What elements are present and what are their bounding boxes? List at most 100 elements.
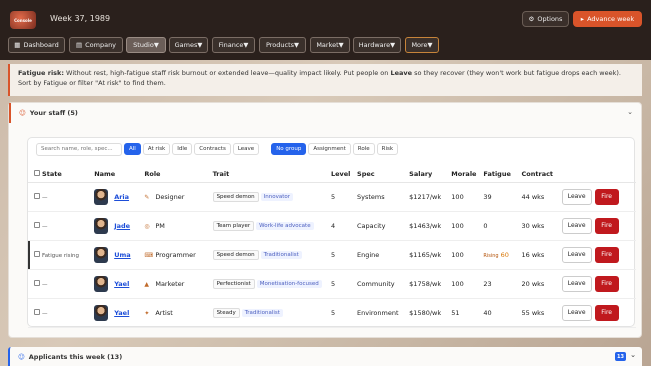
staff-name-link[interactable]: Yael — [114, 309, 129, 317]
filter-idle[interactable]: Idle — [172, 143, 193, 155]
trait-badge: Speed demon — [212, 191, 259, 202]
row-state: — — [42, 281, 48, 288]
row-role: Programmer — [155, 250, 196, 259]
nav-market[interactable]: Market▼ — [310, 37, 350, 53]
avatar — [94, 246, 109, 263]
trait-badge: Steady — [212, 307, 240, 318]
row-role: Designer — [155, 192, 185, 201]
nav-products[interactable]: Products▼ — [259, 37, 306, 53]
trait-badge: Speed demon — [212, 249, 259, 260]
current-week: Week 37, 1989 — [50, 14, 111, 23]
nav-studio[interactable]: Studio▼ — [126, 37, 166, 53]
row-checkbox[interactable] — [34, 192, 40, 199]
building-icon: ▤ — [75, 41, 83, 49]
select-all-checkbox[interactable] — [34, 169, 40, 176]
avatar — [94, 304, 109, 321]
fire-button[interactable]: Fire — [594, 217, 619, 234]
row-contract: 20 wks — [521, 269, 562, 299]
group-risk[interactable]: Risk — [376, 143, 399, 155]
col-level[interactable]: Level — [330, 166, 358, 183]
row-contract: 16 wks — [521, 240, 562, 270]
row-salary: $1463/wk — [409, 211, 452, 241]
leave-button[interactable]: Leave — [561, 304, 592, 321]
row-fatigue: 60 — [500, 250, 509, 259]
row-level: 5 — [330, 240, 358, 270]
nav-company[interactable]: ▤ Company — [69, 37, 123, 53]
col-morale[interactable]: Morale — [451, 166, 484, 183]
row-salary: $1217/wk — [409, 182, 452, 212]
row-checkbox[interactable] — [34, 279, 40, 286]
col-state[interactable]: State — [42, 166, 95, 183]
col-fatigue[interactable]: Fatigue — [483, 166, 522, 183]
col-spec[interactable]: Spec — [357, 166, 410, 183]
row-fatigue: 39 — [483, 192, 492, 201]
trait-badge-secondary: Innovator — [260, 192, 294, 201]
applicants-panel-header[interactable]: ☺ Applicants this week (13) 13 ⌄ — [8, 347, 642, 366]
row-contract: 44 wks — [521, 182, 562, 212]
options-button[interactable]: ⚙ Options — [522, 11, 569, 27]
row-morale: 100 — [451, 269, 484, 299]
staff-panel-header[interactable]: ☺ Your staff (5) — [9, 103, 641, 123]
row-level: 4 — [330, 211, 358, 241]
group-assignment[interactable]: Assignment — [308, 143, 351, 155]
fire-button[interactable]: Fire — [594, 188, 619, 205]
row-fatigue: 40 — [483, 308, 492, 317]
staff-table: State Name Role Trait Level Spec Salary … — [28, 166, 636, 328]
filter-leave[interactable]: Leave — [232, 143, 260, 155]
group-role[interactable]: Role — [352, 143, 375, 155]
staff-search-input[interactable] — [36, 142, 122, 156]
staff-name-link[interactable]: Aria — [114, 193, 129, 201]
nav-hardware[interactable]: Hardware▼ — [353, 37, 401, 53]
trait-badge-secondary: Monetisation-focused — [256, 279, 322, 288]
app-logo: Console — [10, 11, 36, 29]
leave-button[interactable]: Leave — [561, 188, 592, 205]
leave-button[interactable]: Leave — [561, 217, 592, 234]
row-fatigue: 0 — [483, 221, 488, 230]
row-checkbox[interactable] — [34, 250, 40, 257]
row-role: Artist — [155, 308, 173, 317]
row-morale: 100 — [451, 182, 484, 212]
nav-dashboard[interactable]: ▦ Dashboard — [8, 37, 65, 53]
row-spec: Systems — [357, 182, 410, 212]
row-level: 5 — [330, 182, 358, 212]
row-spec: Environment — [357, 298, 410, 328]
avatar — [94, 217, 109, 234]
chevron-down-icon[interactable]: ⌄ — [627, 108, 633, 116]
row-checkbox[interactable] — [34, 221, 40, 228]
nav-more[interactable]: More▼ — [405, 37, 439, 53]
row-morale: 51 — [451, 298, 484, 328]
nav-finance[interactable]: Finance▼ — [212, 37, 255, 53]
role-icon: ✎ — [144, 193, 150, 201]
row-checkbox[interactable] — [34, 308, 40, 315]
row-role: Marketer — [155, 279, 185, 288]
fire-button[interactable]: Fire — [594, 246, 619, 263]
chevron-down-icon[interactable]: ⌄ — [630, 351, 636, 359]
row-state: Fatigue rising — [42, 252, 80, 259]
leave-button[interactable]: Leave — [561, 246, 592, 263]
staff-name-link[interactable]: Uma — [114, 251, 130, 259]
nav-games[interactable]: Games▼ — [169, 37, 208, 53]
col-trait[interactable]: Trait — [212, 166, 331, 183]
staff-name-link[interactable]: Yael — [114, 280, 129, 288]
filter-all[interactable]: All — [124, 143, 141, 155]
row-level: 5 — [330, 269, 358, 299]
filter-contracts[interactable]: Contracts — [194, 143, 231, 155]
fire-button[interactable]: Fire — [594, 304, 619, 321]
staff-name-link[interactable]: Jade — [114, 222, 130, 230]
col-salary[interactable]: Salary — [409, 166, 452, 183]
people-icon: ☺ — [19, 109, 26, 117]
col-role[interactable]: Role — [144, 166, 213, 183]
role-icon: ◎ — [144, 222, 150, 230]
fire-button[interactable]: Fire — [594, 275, 619, 292]
col-contract[interactable]: Contract — [521, 166, 562, 183]
filter-at-risk[interactable]: At risk — [142, 143, 171, 155]
advance-week-button[interactable]: ▸ Advance week — [573, 11, 642, 27]
row-salary: $1758/wk — [409, 269, 452, 299]
row-spec: Engine — [357, 240, 410, 270]
col-name[interactable]: Name — [94, 166, 145, 183]
leave-button[interactable]: Leave — [561, 275, 592, 292]
row-state: — — [42, 223, 48, 230]
trait-badge: Team player — [212, 220, 255, 231]
forward-icon: ▸ — [580, 15, 585, 23]
group-none[interactable]: No group — [271, 143, 307, 155]
